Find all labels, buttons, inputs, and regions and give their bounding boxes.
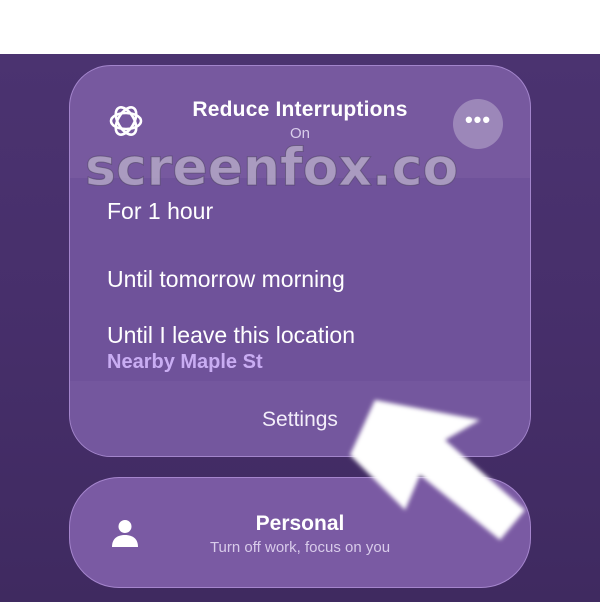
location-detail: Nearby Maple St (107, 351, 263, 373)
option-until-tomorrow-morning[interactable]: Until tomorrow morning (70, 245, 530, 313)
watermark: screenfox.co (85, 138, 459, 199)
ellipsis-icon: ••• (464, 107, 492, 132)
option-label: For 1 hour (107, 198, 214, 224)
settings-label: Settings (262, 408, 338, 431)
pointer-arrow-icon (350, 400, 525, 540)
option-label: Until tomorrow morning (107, 266, 345, 292)
option-label: Until I leave this location (107, 322, 356, 348)
option-until-leave-location[interactable]: Until I leave this location Nearby Maple… (70, 313, 530, 381)
